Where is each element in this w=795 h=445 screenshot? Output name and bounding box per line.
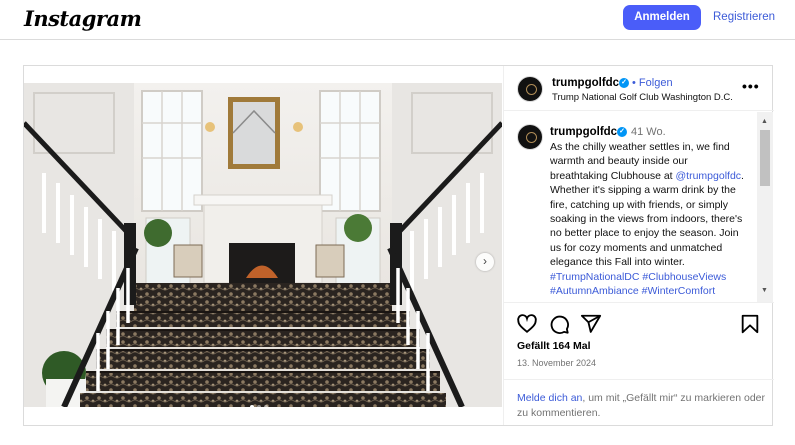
- follow-label: Folgen: [638, 77, 673, 89]
- post-date[interactable]: 13. November 2024: [517, 358, 596, 368]
- instagram-logo[interactable]: Instagram: [24, 6, 142, 31]
- caption-scrollbar[interactable]: ▲ ▼: [757, 112, 773, 302]
- carousel-dot: [264, 405, 268, 407]
- mention-link[interactable]: @trumpgolfdc: [676, 170, 742, 182]
- like-count[interactable]: Gefällt 164 Mal: [517, 340, 591, 352]
- post-age: 41 Wo.: [631, 126, 666, 138]
- login-prompt-link[interactable]: Melde dich an: [517, 392, 582, 404]
- next-image-icon[interactable]: ›: [476, 253, 494, 271]
- caption-avatar[interactable]: [517, 124, 543, 150]
- post-actions: Gefällt 164 Mal 13. November 2024 Melde …: [504, 302, 774, 425]
- heart-icon[interactable]: [516, 313, 538, 335]
- more-options-icon[interactable]: •••: [742, 78, 760, 94]
- post-header: trumpgolfdc ✓ • Folgen Trump National Go…: [504, 66, 774, 111]
- scroll-up-arrow-icon[interactable]: ▲: [761, 118, 768, 125]
- scroll-down-arrow-icon[interactable]: ▼: [761, 287, 768, 294]
- follow-button[interactable]: • Folgen: [632, 77, 673, 89]
- caption-text: As the chilly weather settles in, we fin…: [550, 140, 748, 298]
- verified-badge-icon: ✓: [617, 127, 627, 137]
- caption-area: trumpgolfdc ✓ 41 Wo. As the chilly weath…: [504, 112, 774, 302]
- login-button[interactable]: Anmelden: [623, 5, 701, 30]
- post-card: › trumpgolfdc ✓ • Folgen Trump National …: [23, 65, 774, 426]
- carousel-indicator: [250, 405, 268, 407]
- verified-badge-icon: ✓: [619, 78, 629, 88]
- clubhouse-staircase-photo: [24, 83, 502, 407]
- login-prompt: Melde dich an, um mit „Gefällt mir“ zu m…: [504, 379, 774, 426]
- top-navigation-bar: Instagram Anmelden Registrieren: [0, 0, 795, 40]
- post-sidebar: trumpgolfdc ✓ • Folgen Trump National Go…: [503, 66, 774, 425]
- account-username[interactable]: trumpgolfdc: [552, 77, 619, 89]
- caption-username[interactable]: trumpgolfdc: [550, 126, 617, 138]
- carousel-dot: [250, 405, 254, 407]
- post-image[interactable]: ›: [24, 83, 502, 407]
- hashtag-links-partial[interactable]: #AutumnAmbiance #WinterComfort: [550, 285, 715, 297]
- hashtag-links[interactable]: #TrumpNationalDC #ClubhouseViews: [550, 271, 726, 283]
- scrollbar-thumb[interactable]: [760, 130, 770, 186]
- account-avatar[interactable]: [517, 76, 543, 102]
- share-icon[interactable]: [580, 313, 602, 335]
- register-link[interactable]: Registrieren: [713, 11, 775, 23]
- caption-text-part2: . Whether it's sipping a warm drink by t…: [550, 169, 744, 269]
- comment-icon[interactable]: [548, 313, 570, 335]
- location-subtitle[interactable]: Trump National Golf Club Washington D.C.: [552, 92, 733, 103]
- bookmark-icon[interactable]: [739, 313, 761, 335]
- carousel-dot: [257, 405, 261, 407]
